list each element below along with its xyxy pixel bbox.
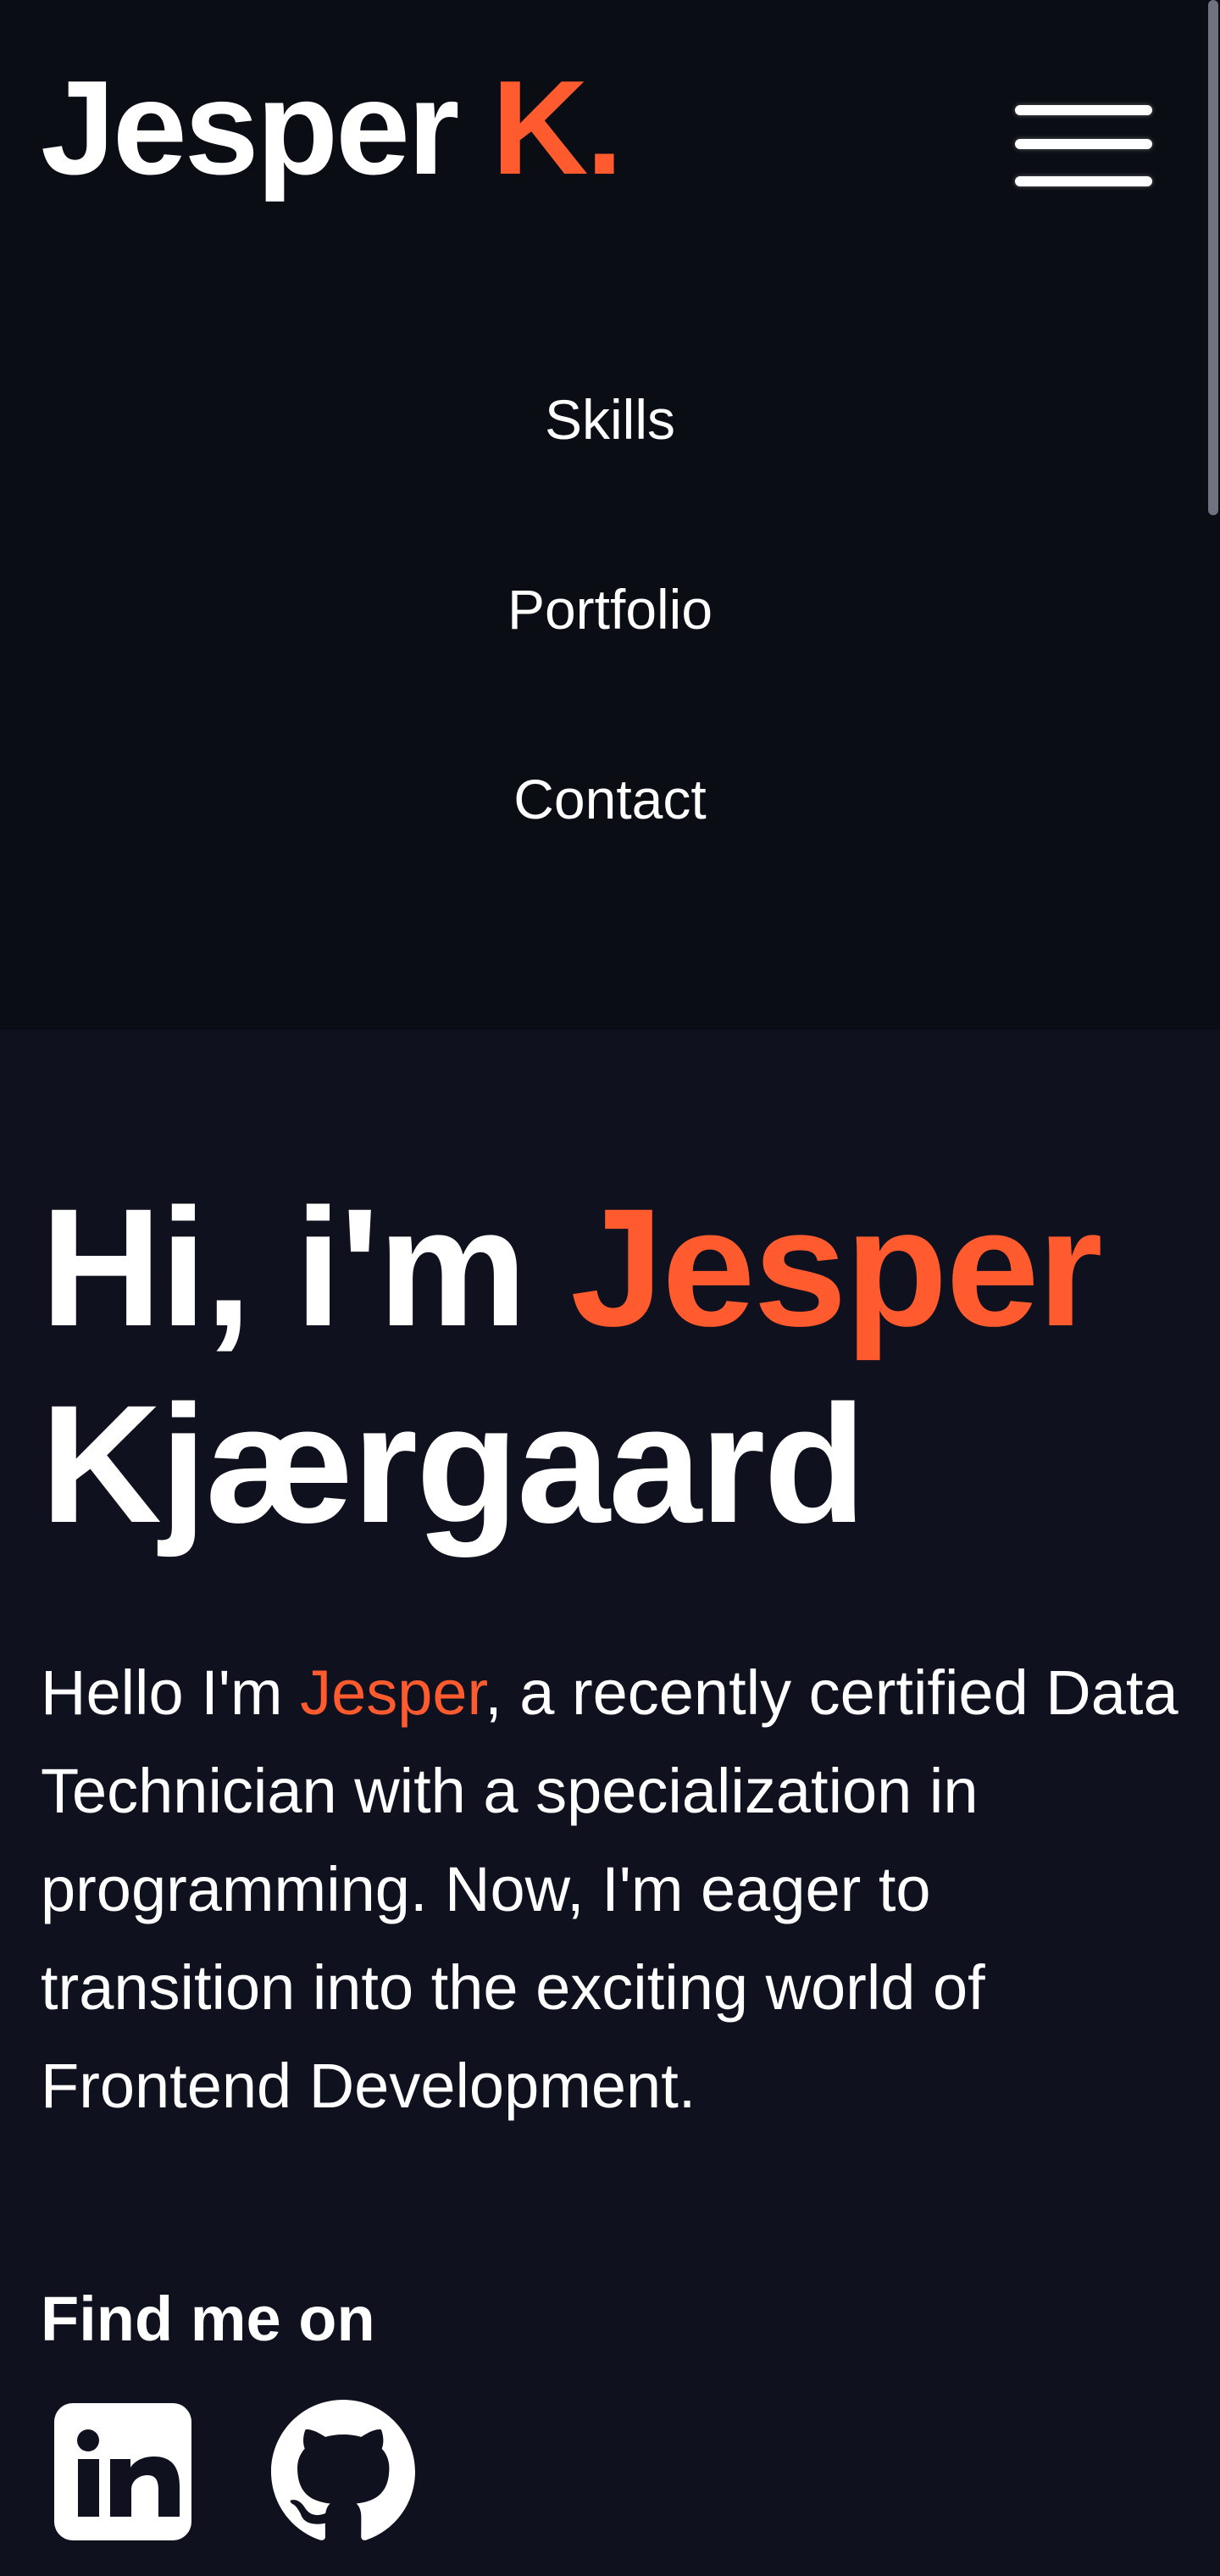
intro-name: Jesper — [300, 1657, 485, 1728]
nav-item-portfolio[interactable]: Portfolio — [0, 581, 1220, 637]
linkedin-link[interactable] — [51, 2400, 195, 2544]
nav-item-contact[interactable]: Contact — [0, 771, 1220, 827]
github-icon — [271, 2400, 415, 2540]
hero-title: Hi, i'm Jesper Kjærgaard — [41, 1169, 1103, 1563]
hero-title-last-name: Kjærgaard — [41, 1370, 866, 1557]
intro-prefix: Hello I'm — [41, 1657, 283, 1728]
menu-bar — [1015, 176, 1152, 186]
github-link[interactable] — [271, 2400, 415, 2544]
hero-title-prefix: Hi, i'm — [41, 1174, 527, 1361]
nav-item-skills[interactable]: Skills — [0, 391, 1220, 447]
intro-paragraph: Hello I'm Jesper, a recently certified D… — [41, 1644, 1201, 2135]
logo-name: Jesper — [41, 53, 459, 203]
logo-initial: K. — [491, 53, 623, 203]
find-me-heading: Find me on — [41, 2284, 375, 2354]
site-header: Jesper K. Skills Portfolio Contact — [0, 0, 1220, 1030]
logo[interactable]: Jesper K. — [41, 61, 623, 195]
hero-title-first-name: Jesper — [570, 1174, 1102, 1361]
scrollbar[interactable] — [1208, 0, 1218, 515]
menu-bar — [1015, 139, 1152, 149]
page: Jesper K. Skills Portfolio Contact Hi, i… — [0, 0, 1220, 2576]
linkedin-icon — [54, 2403, 191, 2540]
hamburger-menu-icon[interactable] — [1008, 98, 1157, 200]
menu-bar — [1015, 105, 1152, 115]
